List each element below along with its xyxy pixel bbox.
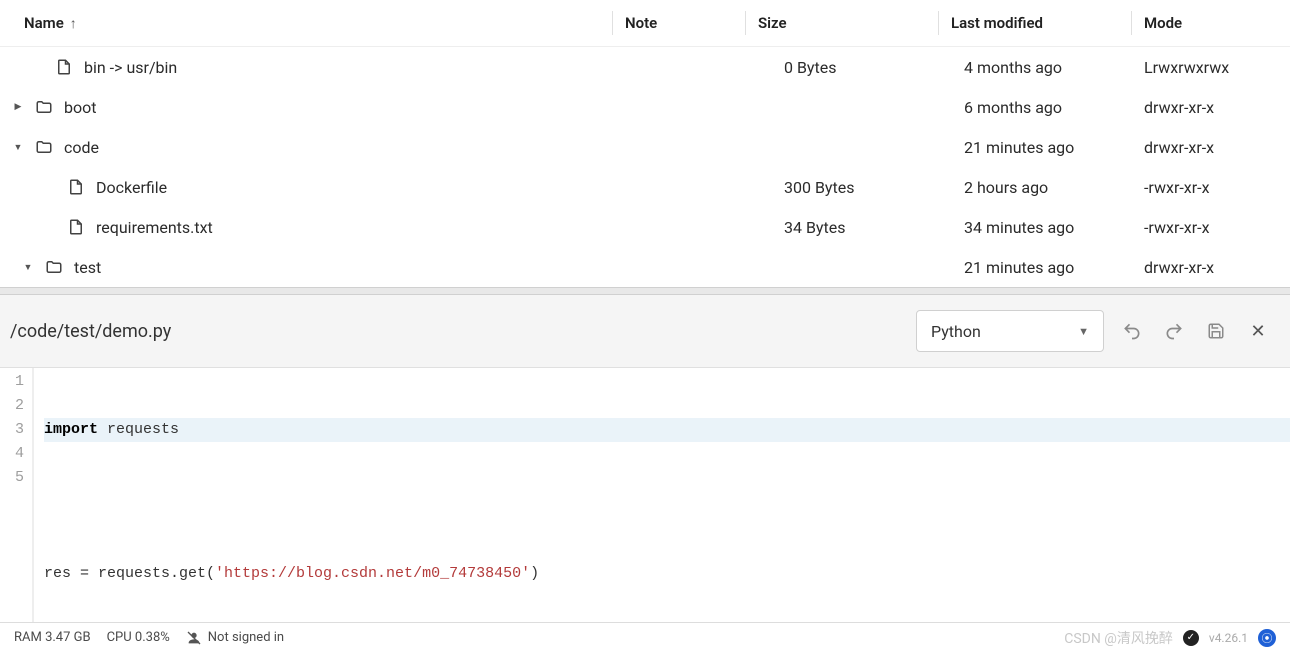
version-label: v4.26.1: [1209, 631, 1248, 645]
chevron-down-icon: ▼: [1078, 325, 1089, 338]
column-note[interactable]: Note: [625, 14, 745, 32]
column-name[interactable]: Name ↑: [24, 14, 612, 32]
cell-size: 0 Bytes: [784, 58, 964, 77]
file-name: bin -> usr/bin: [84, 58, 177, 77]
table-row[interactable]: ▶ boot 6 months ago drwxr-xr-x: [0, 87, 1290, 127]
horizontal-splitter[interactable]: [0, 287, 1290, 295]
ram-usage: RAM 3.47 GB: [14, 630, 91, 645]
editor-file-path: /code/test/demo.py: [10, 321, 902, 342]
cell-modified: 2 hours ago: [964, 178, 1144, 197]
cell-mode: Lrwxrwxrwx: [1144, 58, 1274, 77]
cell-mode: drwxr-xr-x: [1144, 258, 1274, 277]
table-row[interactable]: requirements.txt 34 Bytes 34 minutes ago…: [0, 207, 1290, 247]
line-number-gutter: 1 2 3 4 5: [0, 368, 34, 622]
cell-mode: -rwxr-xr-x: [1144, 218, 1274, 237]
sort-asc-icon: ↑: [70, 15, 77, 32]
chevron-right-icon[interactable]: ▶: [12, 102, 24, 112]
cell-modified: 34 minutes ago: [964, 218, 1144, 237]
column-divider: [745, 11, 746, 35]
cell-modified: 4 months ago: [964, 58, 1144, 77]
column-mode[interactable]: Mode: [1144, 14, 1274, 32]
code-editor[interactable]: 1 2 3 4 5 import requests res = requests…: [0, 367, 1290, 622]
file-name: requirements.txt: [96, 218, 213, 237]
folder-icon: [44, 257, 64, 277]
status-ok-icon: ✓: [1183, 630, 1199, 646]
file-icon: [66, 217, 86, 237]
cpu-usage: CPU 0.38%: [107, 630, 170, 645]
column-divider: [1131, 11, 1132, 35]
editor-header: /code/test/demo.py Python ▼ ✕: [0, 295, 1290, 367]
table-row[interactable]: Dockerfile 300 Bytes 2 hours ago -rwxr-x…: [0, 167, 1290, 207]
file-name: test: [74, 258, 101, 277]
table-row[interactable]: ▼ code 21 minutes ago drwxr-xr-x: [0, 127, 1290, 167]
column-name-label: Name: [24, 14, 64, 32]
cell-mode: -rwxr-xr-x: [1144, 178, 1274, 197]
table-row[interactable]: ▼ test 21 minutes ago drwxr-xr-x: [0, 247, 1290, 287]
file-table-body: bin -> usr/bin 0 Bytes 4 months ago Lrwx…: [0, 46, 1290, 287]
close-button[interactable]: ✕: [1244, 317, 1272, 345]
column-size[interactable]: Size: [758, 14, 938, 32]
file-icon: [66, 177, 86, 197]
language-select-value: Python: [931, 322, 981, 341]
file-name: boot: [64, 98, 96, 117]
language-select[interactable]: Python ▼: [916, 310, 1104, 352]
code-content[interactable]: import requests res = requests.get('http…: [34, 368, 1290, 622]
cell-mode: drwxr-xr-x: [1144, 98, 1274, 117]
assist-pill-icon[interactable]: ⦿: [1258, 629, 1276, 647]
column-divider: [938, 11, 939, 35]
status-bar: RAM 3.47 GB CPU 0.38% Not signed in CSDN…: [0, 622, 1290, 652]
file-icon: [54, 57, 74, 77]
undo-button[interactable]: [1118, 317, 1146, 345]
chevron-down-icon[interactable]: ▼: [12, 142, 24, 153]
chevron-down-icon[interactable]: ▼: [22, 262, 34, 273]
cell-size: 300 Bytes: [784, 178, 964, 197]
column-last-modified[interactable]: Last modified: [951, 14, 1131, 32]
folder-icon: [34, 97, 54, 117]
cell-modified: 21 minutes ago: [964, 258, 1144, 277]
folder-icon: [34, 137, 54, 157]
file-table-header: Name ↑ Note Size Last modified Mode: [0, 0, 1290, 46]
file-name: Dockerfile: [96, 178, 167, 197]
save-button[interactable]: [1202, 317, 1230, 345]
file-name: code: [64, 138, 99, 157]
table-row[interactable]: bin -> usr/bin 0 Bytes 4 months ago Lrwx…: [0, 47, 1290, 87]
cell-size: 34 Bytes: [784, 218, 964, 237]
signin-status[interactable]: Not signed in: [186, 630, 284, 646]
watermark-text: CSDN @清风挽醉: [1064, 628, 1173, 648]
column-divider: [612, 11, 613, 35]
cell-modified: 6 months ago: [964, 98, 1144, 117]
cell-modified: 21 minutes ago: [964, 138, 1144, 157]
user-off-icon: [186, 630, 202, 646]
redo-button[interactable]: [1160, 317, 1188, 345]
cell-mode: drwxr-xr-x: [1144, 138, 1274, 157]
